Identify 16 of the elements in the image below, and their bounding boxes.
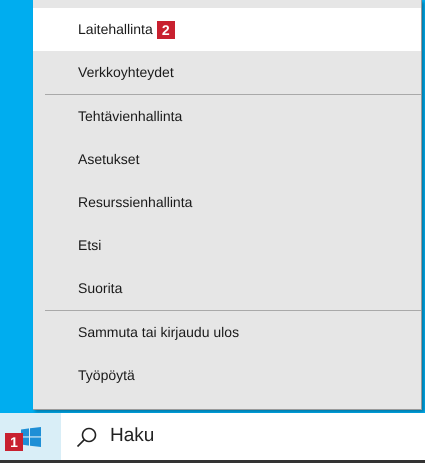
search-field[interactable]: Haku	[61, 413, 425, 460]
menu-item[interactable]: Resurssienhallinta	[33, 181, 421, 224]
menu-item[interactable]: Etsi	[33, 224, 421, 267]
menu-item[interactable]: Sammuta tai kirjaudu ulos	[33, 311, 421, 354]
menu-item[interactable]: Suorita	[33, 267, 421, 310]
menu-item[interactable]: Laitehallinta 2	[33, 8, 421, 51]
start-button[interactable]: 1	[0, 413, 61, 460]
menu-item[interactable]: Työpöytä	[33, 354, 421, 397]
menu-item[interactable]: Tehtävienhallinta	[33, 95, 421, 138]
search-icon	[76, 426, 98, 448]
number-badge: 2	[156, 20, 175, 38]
number-badge: 1	[5, 433, 23, 451]
menu-item[interactable]: Asetukset	[33, 138, 421, 181]
windows-logo-icon	[20, 426, 40, 446]
menu-item[interactable]: Verkkoyhteydet	[33, 51, 421, 94]
search-input[interactable]: Haku	[110, 422, 425, 451]
